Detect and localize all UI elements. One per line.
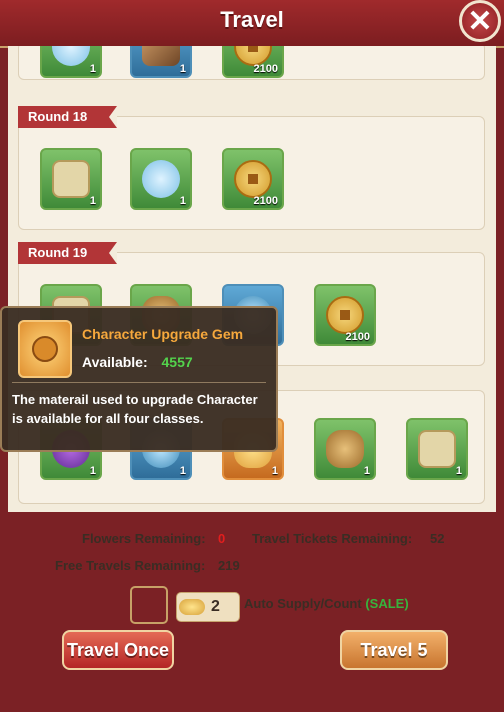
tickets-remaining-label: Travel Tickets Remaining:: [252, 531, 413, 546]
tooltip-available-value: 4557: [161, 354, 193, 370]
round-label: Round 19: [18, 242, 118, 264]
reward-item[interactable]: 1: [314, 418, 376, 480]
supply-count-field[interactable]: 2: [176, 592, 240, 622]
reward-item[interactable]: 1: [130, 148, 192, 210]
flowers-remaining-value: 0: [218, 531, 226, 546]
reward-item[interactable]: 1: [406, 418, 468, 480]
tooltip-divider: [12, 382, 266, 383]
item-qty: 2100: [253, 195, 278, 207]
close-button[interactable]: ✕: [459, 0, 501, 42]
item-qty: 1: [89, 63, 96, 75]
scroll-icon: [418, 430, 456, 468]
reward-item[interactable]: 2100: [222, 148, 284, 210]
auto-supply-text: Auto Supply/Count: [244, 596, 362, 611]
tooltip-available: Available: 4557: [82, 354, 193, 370]
herb-icon: [142, 160, 180, 198]
reward-item[interactable]: 1: [40, 148, 102, 210]
reward-item[interactable]: 1: [130, 46, 192, 78]
travel-window: Travel ✕ 1 1 2100 Round 18 1 1 2100 Roun…: [0, 0, 504, 712]
reward-item[interactable]: 2100: [314, 284, 376, 346]
free-travels-value: 219: [218, 558, 240, 573]
item-qty: 1: [179, 195, 186, 207]
travel-five-button[interactable]: Travel 5: [340, 630, 448, 670]
sale-tag[interactable]: (SALE): [365, 596, 408, 611]
window-title: Travel: [220, 7, 284, 32]
sword-icon: [142, 46, 180, 66]
round-label: Round 18: [18, 106, 118, 128]
item-qty: 1: [179, 465, 186, 477]
flowers-remaining-label: Flowers Remaining:: [82, 531, 206, 546]
tooltip-description: The materail used to upgrade Character i…: [12, 392, 258, 426]
fish-icon: [326, 430, 364, 468]
item-qty: 2100: [345, 331, 370, 343]
tickets-remaining-value: 52: [430, 531, 445, 546]
item-tooltip: Character Upgrade Gem Available: 4557 Th…: [0, 306, 278, 452]
supply-count-value: 2: [211, 598, 220, 615]
item-qty: 1: [89, 465, 96, 477]
herb-icon: [52, 46, 90, 66]
item-qty: 1: [363, 465, 370, 477]
reward-item[interactable]: 1: [40, 46, 102, 78]
travel-once-button[interactable]: Travel Once: [62, 630, 174, 670]
scroll-icon: [52, 160, 90, 198]
upgrade-gem-icon: [18, 320, 72, 378]
auto-supply-checkbox[interactable]: [130, 586, 168, 624]
item-qty: 1: [179, 63, 186, 75]
item-qty: 1: [89, 195, 96, 207]
window-header: Travel: [0, 0, 504, 48]
tooltip-item-name: Character Upgrade Gem: [82, 326, 244, 342]
tooltip-available-label: Available:: [82, 354, 148, 370]
item-qty: 1: [455, 465, 462, 477]
auto-supply-label: Auto Supply/Count (SALE): [244, 596, 409, 611]
close-icon: ✕: [467, 5, 493, 38]
coin-icon: [234, 160, 272, 198]
item-qty: 2100: [253, 63, 278, 75]
item-qty: 1: [271, 465, 278, 477]
free-travels-label: Free Travels Remaining:: [55, 558, 206, 573]
reward-item[interactable]: 2100: [222, 46, 284, 78]
gold-ingot-icon: [179, 599, 205, 615]
coin-icon: [326, 296, 364, 334]
